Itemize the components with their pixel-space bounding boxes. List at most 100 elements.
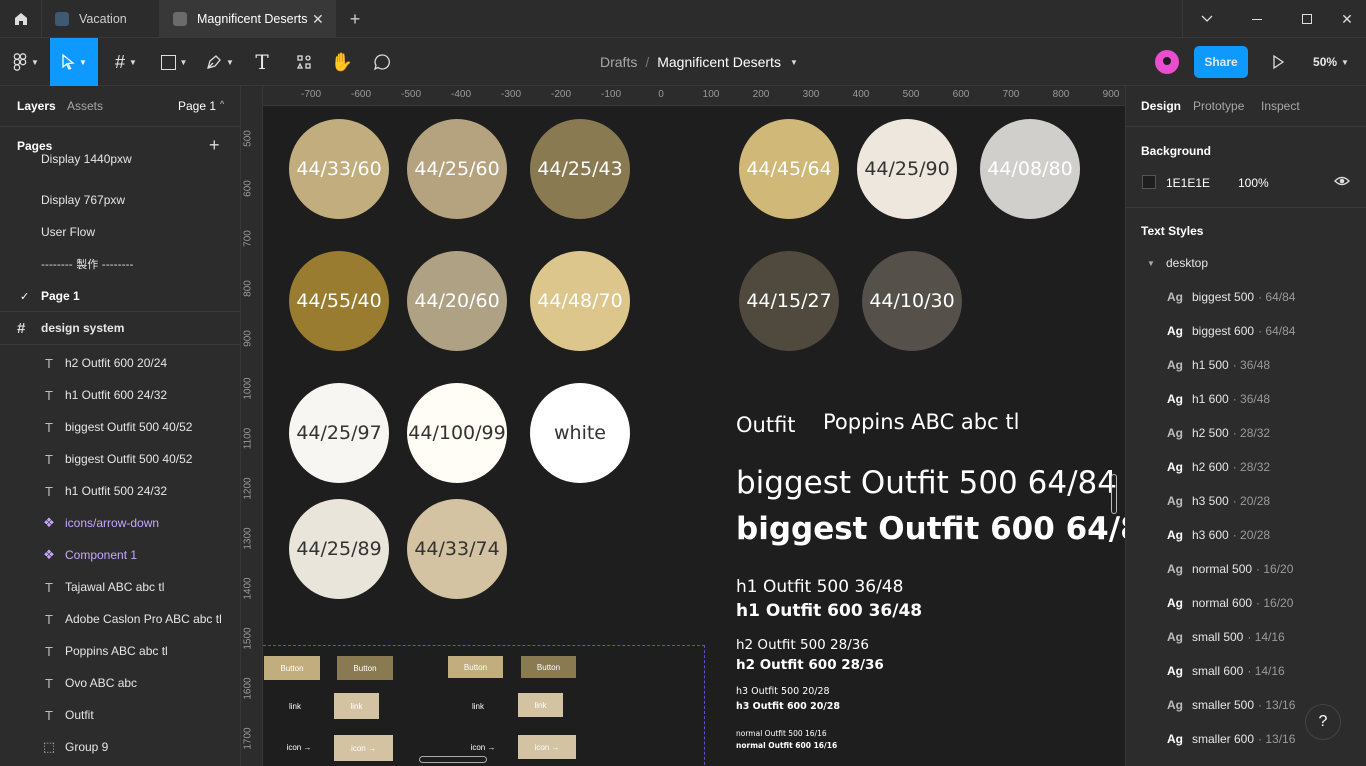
tab-design[interactable]: Design <box>1141 99 1181 113</box>
color-swatch[interactable]: 44/33/74 <box>407 499 507 599</box>
layer-item[interactable]: T Ovo ABC abc <box>0 667 240 699</box>
type-sample[interactable]: h3 Outfit 500 20/28 <box>736 686 830 697</box>
zoom-menu[interactable]: 50% ▼ <box>1306 38 1356 86</box>
color-swatch[interactable]: 44/25/89 <box>289 499 389 599</box>
layer-item[interactable]: T Outfit <box>0 699 240 731</box>
tab-magnificent-deserts[interactable]: Magnificent Deserts ✕ <box>160 0 336 38</box>
background-color-swatch[interactable] <box>1142 175 1156 189</box>
new-tab-button[interactable]: + <box>345 0 365 38</box>
demo-icon-button[interactable]: icon → <box>518 735 576 759</box>
text-style-item[interactable]: Ag h3 500 · 20/28 <box>1126 484 1366 518</box>
layer-item[interactable]: ⬚ Group 9 <box>0 731 240 763</box>
font-sample-outfit[interactable]: Outfit <box>736 413 796 437</box>
type-sample[interactable]: h2 Outfit 500 28/36 <box>736 637 869 653</box>
text-style-item[interactable]: Ag biggest 500 · 64/84 <box>1126 280 1366 314</box>
font-sample-poppins[interactable]: Poppins ABC abc tl <box>823 410 1019 434</box>
page-item-current[interactable]: ✓ Page 1 <box>0 280 240 312</box>
close-window-button[interactable]: ✕ <box>1330 0 1364 38</box>
text-style-item[interactable]: Ag normal 600 · 16/20 <box>1126 586 1366 620</box>
color-swatch[interactable]: 44/20/60 <box>407 251 507 351</box>
main-menu-button[interactable]: ▼ <box>6 38 46 86</box>
layer-item[interactable]: Tbiggest Outfit 500 40/52 <box>0 411 240 443</box>
text-style-item[interactable]: Ag h1 600 · 36/48 <box>1126 382 1366 416</box>
tab-prototype[interactable]: Prototype <box>1193 99 1244 113</box>
text-style-item[interactable]: Ag h2 500 · 28/32 <box>1126 416 1366 450</box>
page-item[interactable]: Display 1440pxw <box>0 152 240 176</box>
type-sample[interactable]: biggest Outfit 600 64/84 <box>736 511 1125 547</box>
color-swatch[interactable]: 44/25/97 <box>289 383 389 483</box>
layer-item[interactable]: Tbiggest Outfit 500 40/52 <box>0 443 240 475</box>
home-button[interactable] <box>0 0 42 38</box>
shape-tool-button[interactable]: ▼ <box>154 38 194 86</box>
tabs-menu-button[interactable] <box>1182 0 1230 38</box>
text-style-item[interactable]: Ag biggest 600 · 64/84 <box>1126 314 1366 348</box>
text-style-item[interactable]: Ag h2 600 · 28/32 <box>1126 450 1366 484</box>
color-swatch[interactable]: 44/15/27 <box>739 251 839 351</box>
layer-item[interactable]: T Tajawal ABC abc tl <box>0 571 240 603</box>
type-sample[interactable]: normal Outfit 500 16/16 <box>736 729 827 738</box>
type-sample[interactable]: normal Outfit 600 16/16 <box>736 741 837 750</box>
page-item[interactable]: User Flow <box>0 216 240 248</box>
type-sample[interactable]: h3 Outfit 600 20/28 <box>736 701 840 712</box>
layer-item[interactable]: ❖ Component 1 <box>0 539 240 571</box>
hand-tool-button[interactable]: ✋ <box>328 38 356 86</box>
type-sample[interactable]: h1 Outfit 500 36/48 <box>736 577 903 597</box>
present-button[interactable] <box>1266 38 1290 86</box>
page-select[interactable]: Page 1 ^ <box>178 99 224 113</box>
canvas-scrollbar[interactable] <box>1111 474 1117 514</box>
demo-link[interactable]: link <box>465 695 491 717</box>
tab-layers[interactable]: Layers <box>17 99 56 113</box>
move-tool-button[interactable]: ▼ <box>50 38 98 86</box>
type-sample[interactable]: h2 Outfit 600 28/36 <box>736 657 884 673</box>
color-swatch[interactable]: 44/08/80 <box>980 119 1080 219</box>
color-swatch[interactable]: 44/45/64 <box>739 119 839 219</box>
layer-item[interactable]: Th1 Outfit 500 24/32 <box>0 475 240 507</box>
text-style-item[interactable]: Ag normal 500 · 16/20 <box>1126 552 1366 586</box>
scrollbar-handle[interactable] <box>419 756 487 763</box>
minimize-button[interactable] <box>1240 0 1274 38</box>
frame-tool-button[interactable]: # ▼ <box>106 38 146 86</box>
color-swatch[interactable]: 44/100/99 <box>407 383 507 483</box>
layer-item[interactable]: ❖ icons/arrow-down <box>0 507 240 539</box>
demo-icon-button[interactable]: icon → <box>281 736 317 758</box>
resources-button[interactable] <box>290 38 318 86</box>
text-tool-button[interactable]: T <box>248 38 276 86</box>
demo-link[interactable]: link <box>281 695 309 717</box>
layer-item[interactable]: Th2 Outfit 600 20/24 <box>0 347 240 379</box>
component-frame[interactable]: Button Button Button Button link link li… <box>263 645 705 766</box>
color-swatch[interactable]: 44/10/30 <box>862 251 962 351</box>
type-sample[interactable]: h1 Outfit 600 36/48 <box>736 601 922 621</box>
demo-button[interactable]: Button <box>264 656 320 680</box>
comment-tool-button[interactable] <box>368 38 396 86</box>
layer-item[interactable]: T Adobe Caslon Pro ABC abc tl <box>0 603 240 635</box>
layer-item[interactable]: T Poppins ABC abc tl <box>0 635 240 667</box>
maximize-button[interactable] <box>1290 0 1324 38</box>
pen-tool-button[interactable]: ▼ <box>200 38 240 86</box>
text-style-item[interactable]: Ag h1 500 · 36/48 <box>1126 348 1366 382</box>
demo-button[interactable]: Button <box>521 656 576 678</box>
color-swatch[interactable]: 44/25/43 <box>530 119 630 219</box>
background-opacity-input[interactable]: 100% <box>1238 176 1269 190</box>
file-name[interactable]: Magnificent Deserts <box>657 54 781 70</box>
color-swatch[interactable]: 44/25/90 <box>857 119 957 219</box>
demo-icon-button[interactable]: icon → <box>334 735 393 761</box>
breadcrumb-drafts[interactable]: Drafts <box>600 54 637 70</box>
demo-button[interactable]: Button <box>448 656 503 678</box>
color-swatch[interactable]: 44/33/60 <box>289 119 389 219</box>
text-style-item[interactable]: Ag h3 600 · 20/28 <box>1126 518 1366 552</box>
color-swatch[interactable]: 44/48/70 <box>530 251 630 351</box>
tab-inspect[interactable]: Inspect <box>1261 99 1300 113</box>
color-swatch[interactable]: 44/25/60 <box>407 119 507 219</box>
type-sample[interactable]: biggest Outfit 500 64/84 <box>736 465 1117 501</box>
share-button[interactable]: Share <box>1194 46 1248 78</box>
tab-assets[interactable]: Assets <box>67 99 103 113</box>
demo-button[interactable]: Button <box>337 656 393 680</box>
color-swatch[interactable]: 44/55/40 <box>289 251 389 351</box>
demo-link[interactable]: link <box>518 693 563 717</box>
canvas[interactable]: 44/33/60 44/25/60 44/25/43 44/45/64 44/25/90… <box>263 106 1125 766</box>
close-tab-icon[interactable]: ✕ <box>312 11 324 28</box>
visibility-icon[interactable] <box>1334 174 1350 193</box>
demo-icon-button[interactable]: icon → <box>465 736 501 758</box>
demo-link[interactable]: link <box>334 693 379 719</box>
layer-item[interactable]: Th1 Outfit 600 24/32 <box>0 379 240 411</box>
